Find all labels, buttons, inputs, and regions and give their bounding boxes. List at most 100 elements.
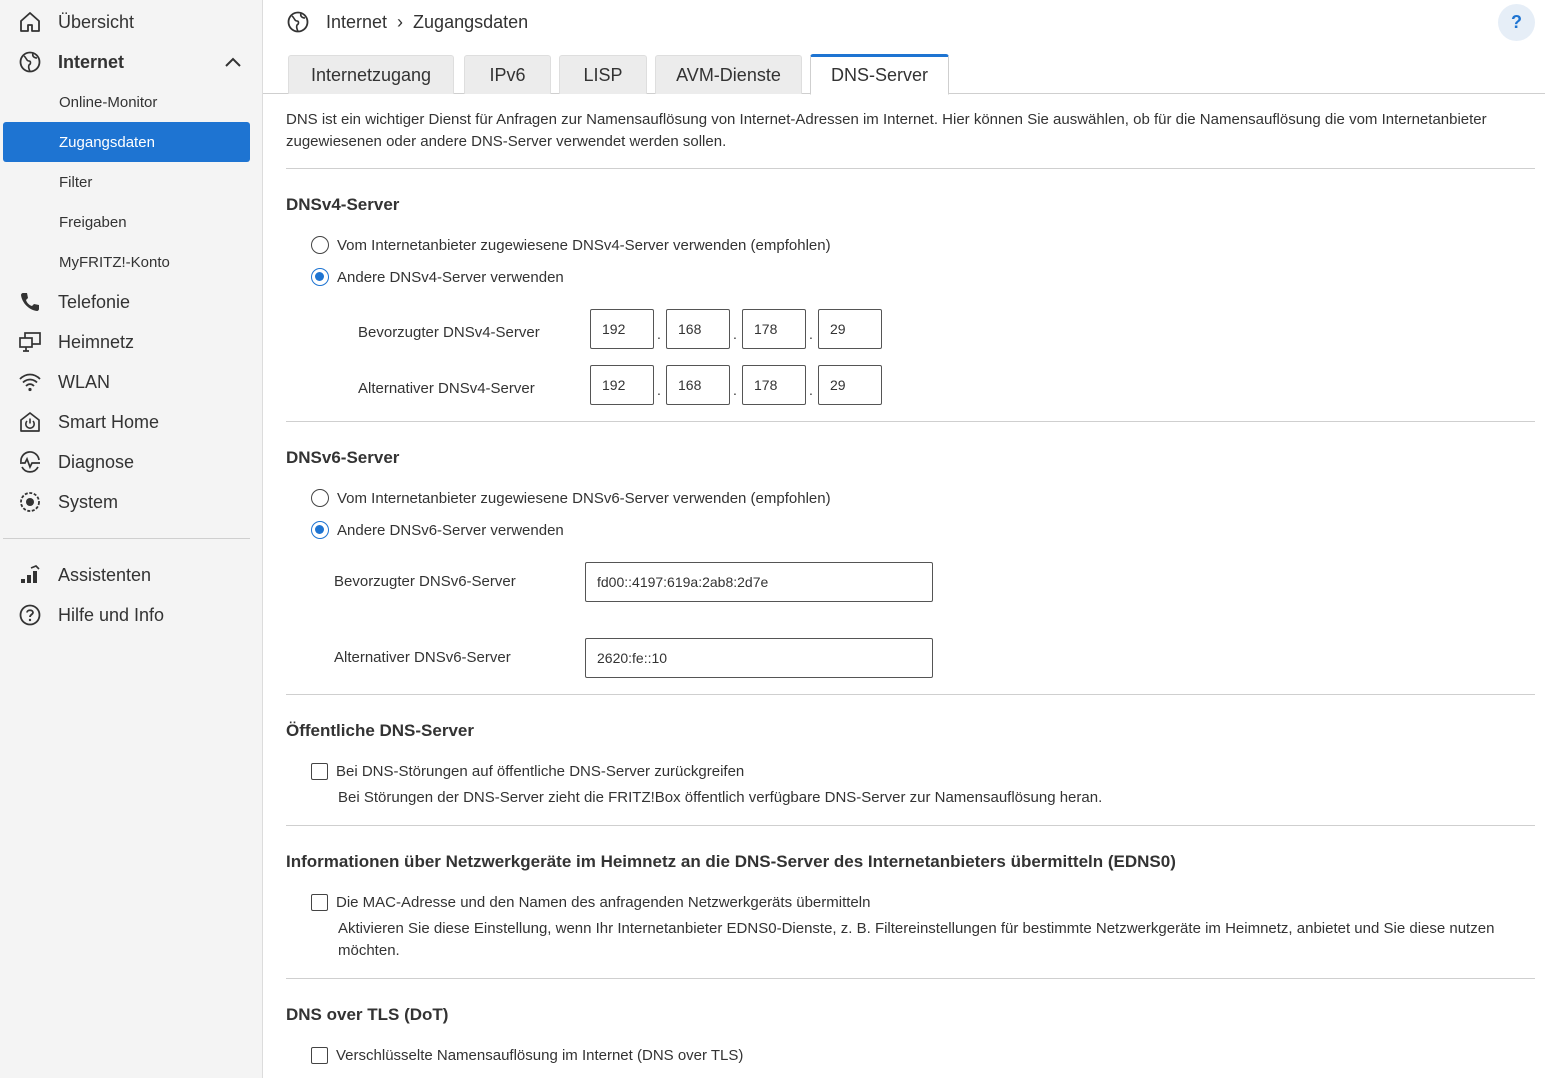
diagnose-icon (18, 451, 42, 473)
ip-dot: . (733, 326, 737, 342)
public-dns-checkbox[interactable] (311, 762, 328, 780)
dnsv4-alternative-octet-3[interactable]: 178 (742, 365, 806, 405)
sidebar-item-telefonie[interactable]: Telefonie (0, 282, 263, 322)
sidebar-item-label: Smart Home (58, 411, 160, 432)
tab-internetzugang[interactable]: Internetzugang (288, 55, 454, 94)
sidebar-item-heimnetz[interactable]: Heimnetz (0, 322, 263, 362)
divider (286, 978, 1535, 979)
sidebar-item-diagnose[interactable]: Diagnose (0, 442, 263, 482)
dnsv4-other-radio[interactable]: Andere DNSv4-Server verwenden (311, 267, 564, 287)
dnsv6-provider-radio[interactable]: Vom Internetanbieter zugewiesene DNSv6-S… (311, 488, 831, 508)
divider (286, 168, 1535, 169)
radio-button-checked[interactable] (311, 521, 329, 539)
edns0-title: Informationen über Netzwerkgeräte im Hei… (286, 852, 1176, 871)
dot-checkbox-label: Verschlüsselte Namensauflösung im Intern… (336, 1046, 744, 1064)
dnsv4-preferred-octet-4[interactable]: 29 (818, 309, 882, 349)
sidebar-sub-online-monitor[interactable]: Online-Monitor (3, 82, 250, 122)
sidebar-item-internet[interactable]: Internet (0, 42, 263, 82)
breadcrumb: Internet › Zugangsdaten (286, 8, 528, 36)
dnsv6-preferred-label: Bevorzugter DNSv6-Server (334, 573, 516, 590)
public-dns-checkbox-label: Bei DNS-Störungen auf öffentliche DNS-Se… (336, 762, 745, 780)
ip-dot: . (733, 382, 737, 398)
sidebar-item-smart-home[interactable]: Smart Home (0, 402, 263, 442)
dnsv6-other-radio[interactable]: Andere DNSv6-Server verwenden (311, 520, 564, 540)
dnsv4-alternative-octet-4[interactable]: 29 (818, 365, 882, 405)
sidebar-item-label: System (58, 491, 119, 512)
dnsv6-title: DNSv6-Server (286, 448, 400, 467)
sidebar-sub-freigaben[interactable]: Freigaben (3, 202, 250, 242)
help-button[interactable]: ? (1498, 4, 1535, 41)
sidebar-sub-label: Online-Monitor (59, 93, 158, 111)
dnsv4-preferred-octet-2[interactable]: 168 (666, 309, 730, 349)
sidebar-item-label: Hilfe und Info (58, 604, 165, 625)
help-circle-icon (18, 604, 42, 626)
globe-icon (286, 10, 310, 34)
dnsv4-title: DNSv4-Server (286, 195, 400, 214)
tab-dns-server[interactable]: DNS-Server (810, 54, 949, 95)
edns0-checkbox-row[interactable]: Die MAC-Adresse und den Namen des anfrag… (311, 892, 870, 912)
tab-ipv6[interactable]: IPv6 (464, 55, 551, 94)
ip-dot: . (809, 326, 813, 342)
dot-title: DNS over TLS (DoT) (286, 1005, 449, 1024)
divider (286, 825, 1535, 826)
tab-lisp[interactable]: LISP (559, 55, 647, 94)
sidebar: Übersicht Internet Online-Monitor Zugang… (0, 0, 263, 1078)
sidebar-item-assistenten[interactable]: Assistenten (0, 555, 263, 595)
radio-button-checked[interactable] (311, 268, 329, 286)
dnsv6-other-label: Andere DNSv6-Server verwenden (337, 521, 564, 539)
sidebar-item-label: Internet (58, 51, 125, 72)
phone-icon (18, 291, 42, 313)
public-dns-title: Öffentliche DNS-Server (286, 721, 474, 740)
edns0-checkbox[interactable] (311, 893, 328, 911)
dnsv4-other-label: Andere DNSv4-Server verwenden (337, 268, 564, 286)
breadcrumb-zugangsdaten: Zugangsdaten (413, 11, 529, 32)
sidebar-divider (3, 538, 250, 539)
chevron-right-icon: › (397, 11, 404, 32)
sidebar-item-hilfe[interactable]: Hilfe und Info (0, 595, 263, 635)
sidebar-item-uebersicht[interactable]: Übersicht (0, 2, 263, 42)
dnsv4-provider-radio[interactable]: Vom Internetanbieter zugewiesene DNSv4-S… (311, 235, 831, 255)
ip-dot: . (809, 382, 813, 398)
home-network-icon (18, 331, 42, 353)
dnsv4-alternative-octet-1[interactable]: 192 (590, 365, 654, 405)
dnsv4-preferred-octet-3[interactable]: 178 (742, 309, 806, 349)
sidebar-sub-label: Freigaben (59, 213, 127, 231)
dnsv6-alternative-input[interactable]: 2620:fe::10 (585, 638, 933, 678)
dot-checkbox[interactable] (311, 1046, 328, 1064)
sidebar-sub-label: Zugangsdaten (59, 133, 155, 151)
radio-button[interactable] (311, 236, 329, 254)
public-dns-checkbox-row[interactable]: Bei DNS-Störungen auf öffentliche DNS-Se… (311, 761, 744, 781)
sidebar-item-label: Assistenten (58, 564, 152, 585)
dnsv6-preferred-input[interactable]: fd00::4197:619a:2ab8:2d7e (585, 562, 933, 602)
sidebar-item-system[interactable]: System (0, 482, 263, 522)
ip-dot: . (657, 382, 661, 398)
edns0-hint: Aktivieren Sie diese Einstellung, wenn I… (338, 920, 1495, 959)
sidebar-sub-zugangsdaten[interactable]: Zugangsdaten (3, 122, 250, 162)
sidebar-sub-label: MyFRITZ!-Konto (59, 253, 170, 271)
sidebar-sub-filter[interactable]: Filter (3, 162, 250, 202)
breadcrumb-internet[interactable]: Internet (326, 12, 387, 33)
sidebar-item-label: Heimnetz (58, 331, 135, 352)
sidebar-item-wlan[interactable]: WLAN (0, 362, 263, 402)
sidebar-item-label: Diagnose (58, 451, 135, 472)
home-icon (18, 11, 42, 33)
dnsv4-preferred-label: Bevorzugter DNSv4-Server (358, 324, 540, 341)
intro-text: DNS ist ein wichtiger Dienst für Anfrage… (286, 111, 1487, 150)
smart-home-icon (18, 411, 42, 433)
dnsv4-alternative-octet-2[interactable]: 168 (666, 365, 730, 405)
dnsv6-alternative-label: Alternativer DNSv6-Server (334, 649, 511, 666)
wizard-icon (18, 564, 42, 586)
divider (286, 421, 1535, 422)
dnsv4-preferred-octet-1[interactable]: 192 (590, 309, 654, 349)
edns0-checkbox-label: Die MAC-Adresse und den Namen des anfrag… (336, 893, 871, 911)
ip-dot: . (657, 326, 661, 342)
divider (286, 694, 1535, 695)
dnsv4-alternative-label: Alternativer DNSv4-Server (358, 380, 535, 397)
radio-button[interactable] (311, 489, 329, 507)
chevron-up-icon[interactable] (222, 54, 244, 70)
sidebar-sub-myfritz-konto[interactable]: MyFRITZ!-Konto (3, 242, 250, 282)
tab-avm-dienste[interactable]: AVM-Dienste (655, 55, 802, 94)
wifi-icon (18, 371, 42, 393)
sidebar-item-label: Telefonie (58, 291, 131, 312)
dot-checkbox-row[interactable]: Verschlüsselte Namensauflösung im Intern… (311, 1045, 743, 1065)
